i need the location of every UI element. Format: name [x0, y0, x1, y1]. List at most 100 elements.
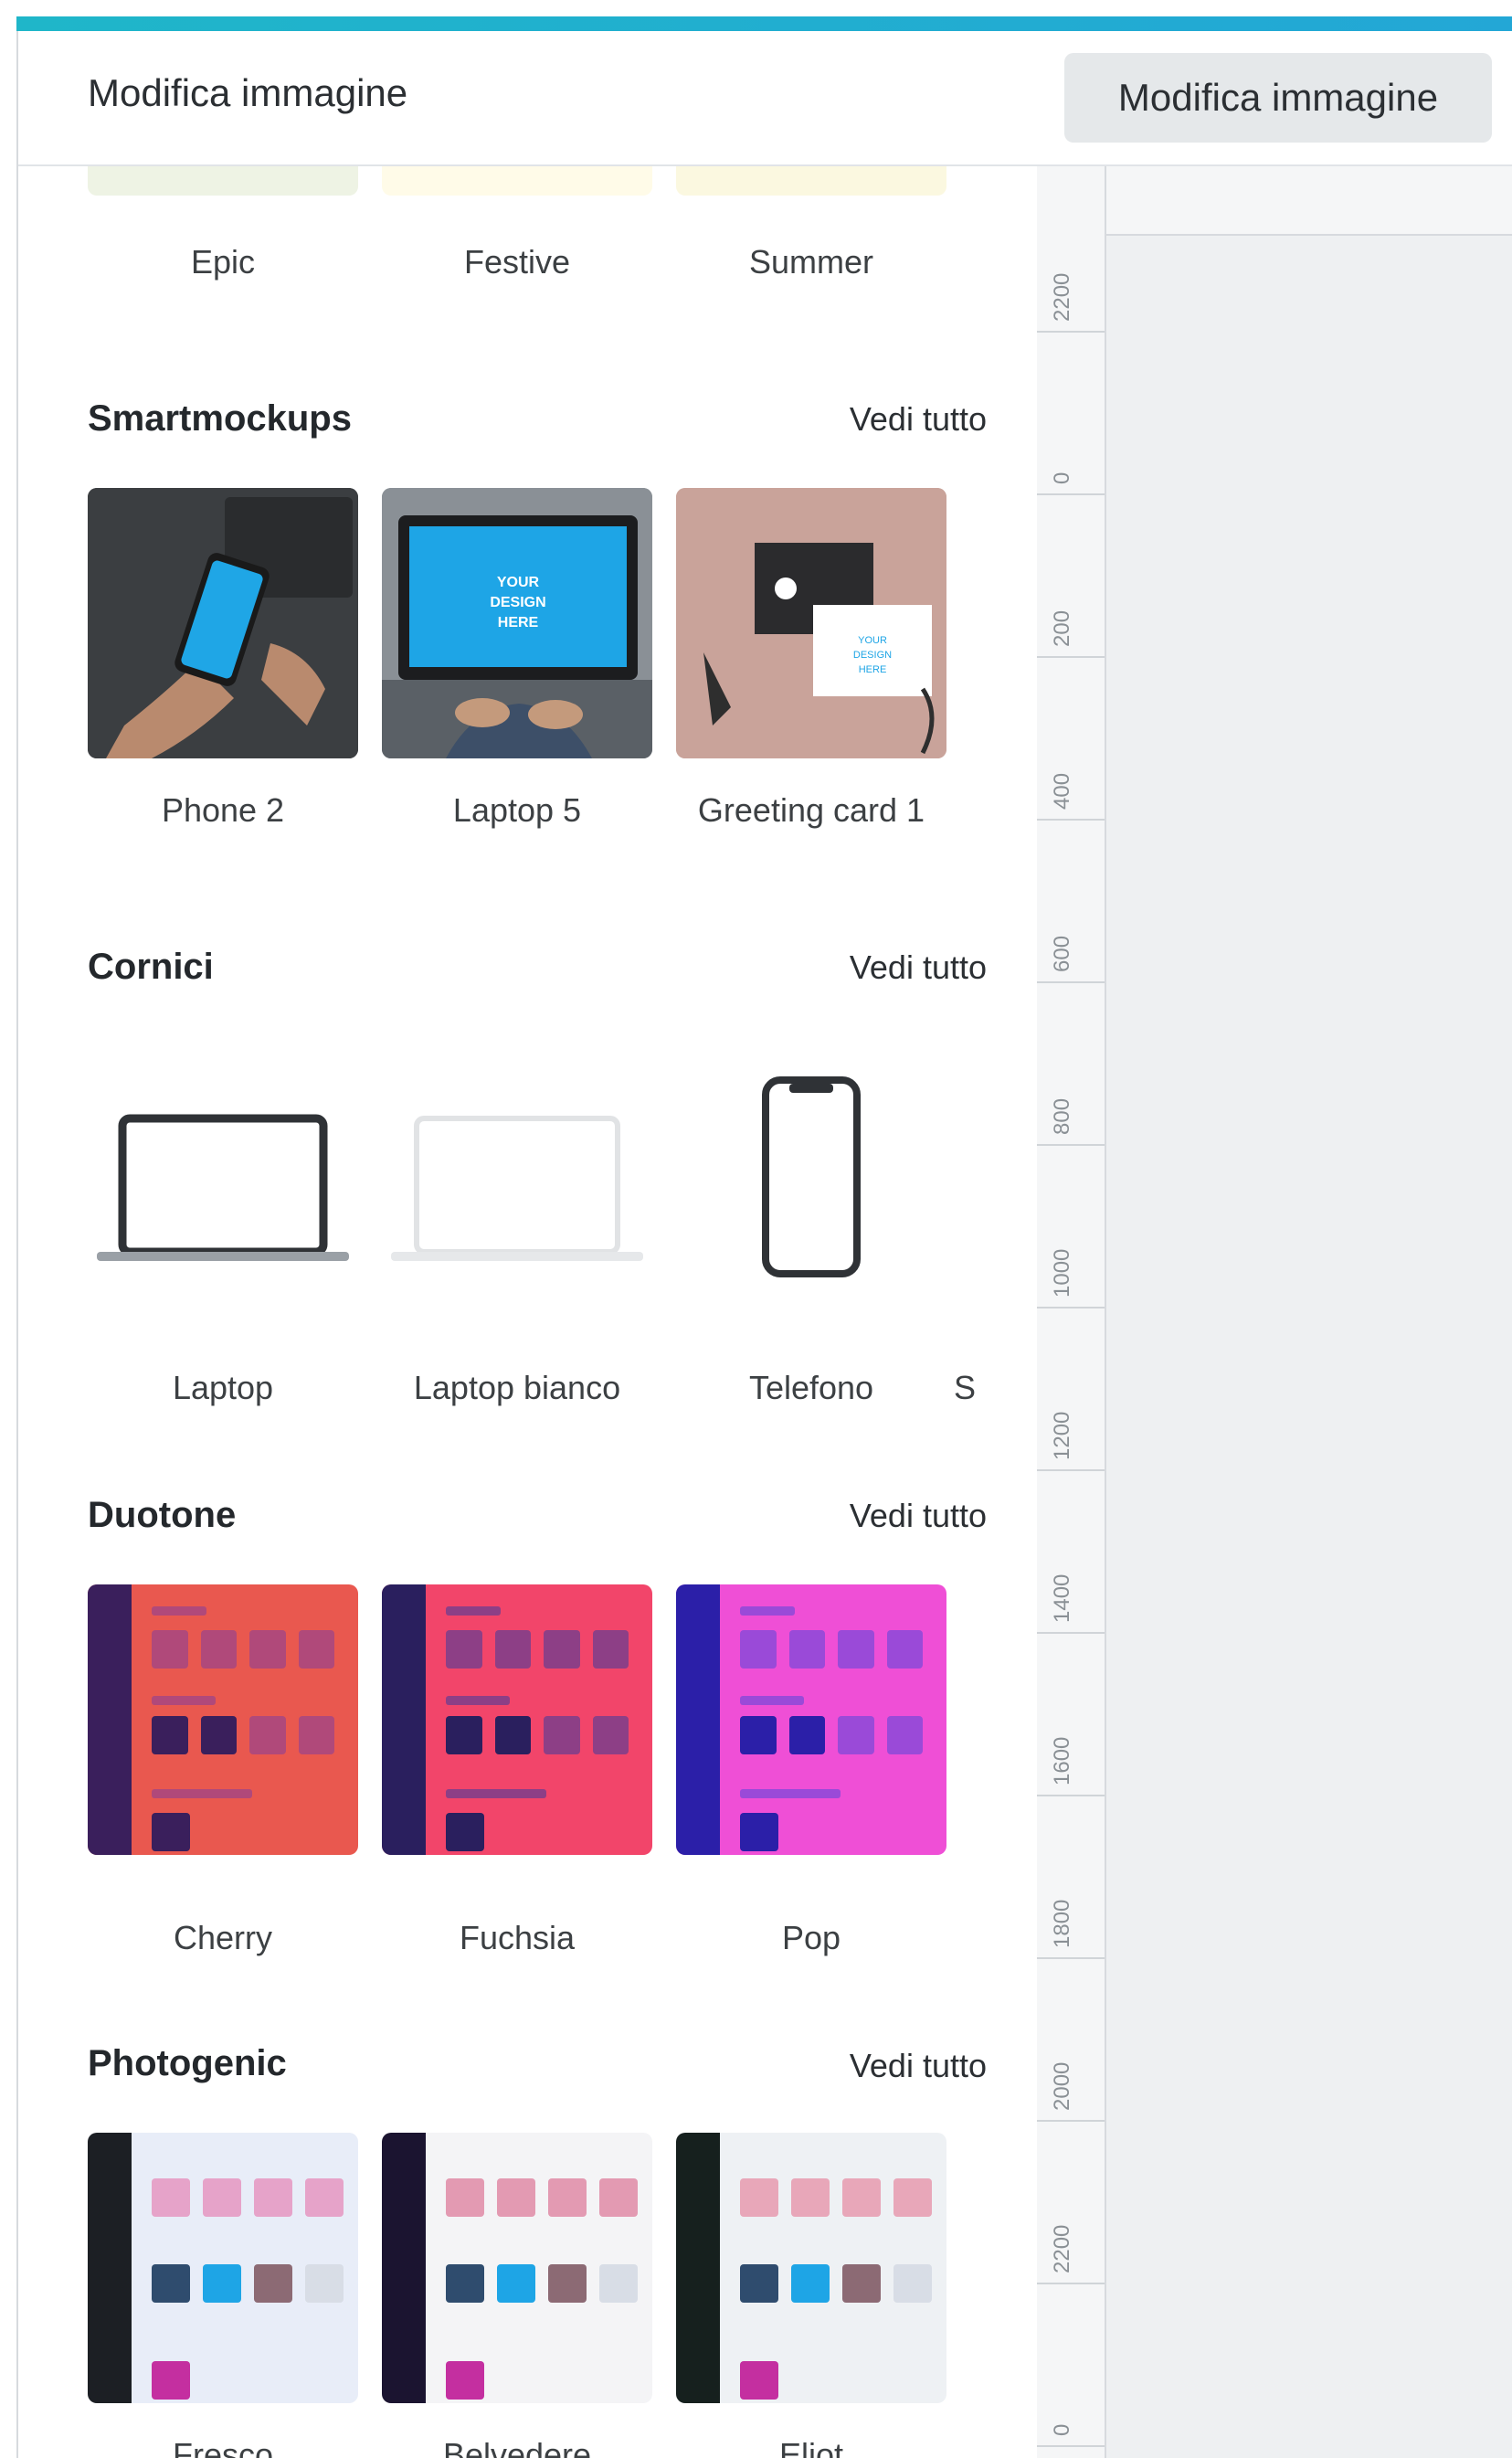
ruler-label: 0 [1050, 2423, 1074, 2436]
duotone-thumb-fuchsia[interactable] [382, 1584, 652, 1855]
duotone-preview-row [446, 1813, 629, 1851]
ruler-label: 1000 [1050, 1248, 1074, 1298]
ruler-label: 0 [1050, 471, 1074, 484]
duotone-preview-row [740, 1630, 923, 1669]
ruler-label: 1400 [1050, 1573, 1074, 1623]
ruler-tick [1037, 981, 1105, 983]
photogenic-preview-row [740, 2264, 932, 2303]
filter-label-summer: Summer [748, 243, 874, 281]
photogenic-thumb-eliot[interactable] [676, 2133, 946, 2403]
duotone-preview-bar [446, 1789, 546, 1798]
photogenic-preview-row [152, 2264, 344, 2303]
ruler-tick [1037, 2283, 1105, 2284]
mockup-label-phone-2: Phone 2 [161, 791, 285, 829]
photogenic-preview-row [446, 2264, 638, 2303]
photogenic-preview-row [740, 2178, 932, 2217]
duotone-preview-row [740, 1716, 923, 1754]
photogenic-label-fresco: Fresco [172, 2436, 274, 2458]
mockup-label-laptop-5: Laptop 5 [452, 791, 582, 829]
mockup-thumb-greeting-card-1[interactable]: YOUR DESIGN HERE [676, 488, 946, 758]
frame-label-phone: Telefono [748, 1369, 874, 1406]
duotone-preview-row [446, 1716, 629, 1754]
duotone-thumb-pop[interactable] [676, 1584, 946, 1855]
duotone-preview-bar [152, 1789, 252, 1798]
horizontal-ruler [1106, 166, 1512, 236]
svg-text:YOUR: YOUR [497, 575, 540, 590]
duotone-preview-sidebar [676, 1584, 720, 1855]
ruler-tick [1037, 1957, 1105, 1959]
photogenic-preview-row [446, 2361, 638, 2400]
top-accent-bar [16, 16, 1512, 31]
duotone-preview-sidebar [88, 1584, 132, 1855]
ruler-label: 1800 [1050, 1899, 1074, 1948]
duotone-preview-row [152, 1716, 334, 1754]
svg-text:DESIGN: DESIGN [490, 595, 545, 610]
ruler-label: 1200 [1050, 1411, 1074, 1460]
frame-label-laptop-white: Laptop bianco [413, 1369, 621, 1406]
see-all-cornici[interactable]: Vedi tutto [786, 948, 987, 987]
see-all-smartmockups[interactable]: Vedi tutto [786, 400, 987, 439]
photogenic-preview-sidebar [676, 2133, 720, 2403]
filter-label-festive: Festive [463, 243, 571, 281]
duotone-label-pop: Pop [781, 1919, 841, 1956]
laptop-frame-image [97, 1114, 349, 1261]
svg-text:HERE: HERE [859, 664, 887, 675]
photogenic-preview-row [152, 2361, 344, 2400]
photogenic-thumb-fresco[interactable] [88, 2133, 358, 2403]
frame-thumb-laptop[interactable] [88, 1036, 358, 1307]
section-title-cornici: Cornici [88, 947, 214, 987]
duotone-preview-bar [740, 1789, 841, 1798]
section-title-smartmockups: Smartmockups [88, 398, 352, 439]
ruler-tick [1037, 1307, 1105, 1308]
panel-title: Modifica immagine [88, 71, 408, 114]
duotone-preview-row [446, 1630, 629, 1669]
ruler-label: 2200 [1050, 2224, 1074, 2273]
editor-canvas-area: Modifica immagine 2200 0 200 400 600 800 1000 1… [1037, 31, 1512, 2458]
ruler-tick [1037, 1144, 1105, 1146]
phone-mockup-image [88, 488, 358, 758]
ruler-label: 600 [1050, 935, 1074, 972]
design-canvas[interactable] [1106, 236, 1512, 2458]
ruler-tick [1037, 1795, 1105, 1796]
white-laptop-frame-image [391, 1116, 643, 1261]
top-bar [0, 0, 1512, 31]
photogenic-preview-row [446, 2178, 638, 2217]
ruler-label: 1600 [1050, 1736, 1074, 1785]
duotone-thumb-cherry[interactable] [88, 1584, 358, 1855]
phone-frame-image [762, 1076, 861, 1277]
frame-label-laptop: Laptop [172, 1369, 274, 1406]
photogenic-thumb-belvedere[interactable] [382, 2133, 652, 2403]
frame-thumb-phone[interactable] [676, 1036, 946, 1307]
duotone-preview-sidebar [382, 1584, 426, 1855]
duotone-preview-bar [152, 1696, 216, 1705]
right-header: Modifica immagine [1037, 31, 1512, 166]
frame-thumb-laptop-white[interactable] [382, 1036, 652, 1307]
photogenic-label-eliot: Eliot [778, 2436, 844, 2458]
section-title-photogenic: Photogenic [88, 2043, 287, 2083]
duotone-preview-bar [446, 1696, 510, 1705]
svg-text:HERE: HERE [498, 615, 539, 630]
duotone-preview-row [740, 1813, 923, 1851]
ruler-tick [1037, 656, 1105, 658]
ruler-label: 2200 [1050, 272, 1074, 322]
duotone-label-cherry: Cherry [173, 1919, 273, 1956]
photogenic-label-belvedere: Belvedere [442, 2436, 592, 2458]
greeting-card-mockup-image: YOUR DESIGN HERE [676, 488, 946, 758]
ruler-tick [1037, 819, 1105, 821]
duotone-preview-row [152, 1813, 334, 1851]
ruler-tick [1037, 2445, 1105, 2447]
panel-header: Modifica immagine [18, 31, 1037, 166]
duotone-preview-bar [446, 1606, 501, 1616]
frame-label-overflow: S [954, 1369, 977, 1406]
edit-image-button[interactable]: Modifica immagine [1064, 53, 1492, 143]
mockup-label-greeting-card-1: Greeting card 1 [697, 791, 925, 829]
ruler-label: 400 [1050, 772, 1074, 810]
see-all-photogenic[interactable]: Vedi tutto [786, 2047, 987, 2085]
ruler-tick [1037, 331, 1105, 333]
see-all-duotone[interactable]: Vedi tutto [786, 1497, 987, 1535]
duotone-preview-bar [152, 1606, 206, 1616]
ruler-label: 2000 [1050, 2061, 1074, 2111]
mockup-thumb-laptop-5[interactable]: YOUR DESIGN HERE [382, 488, 652, 758]
ruler-tick [1037, 2120, 1105, 2122]
mockup-thumb-phone-2[interactable] [88, 488, 358, 758]
